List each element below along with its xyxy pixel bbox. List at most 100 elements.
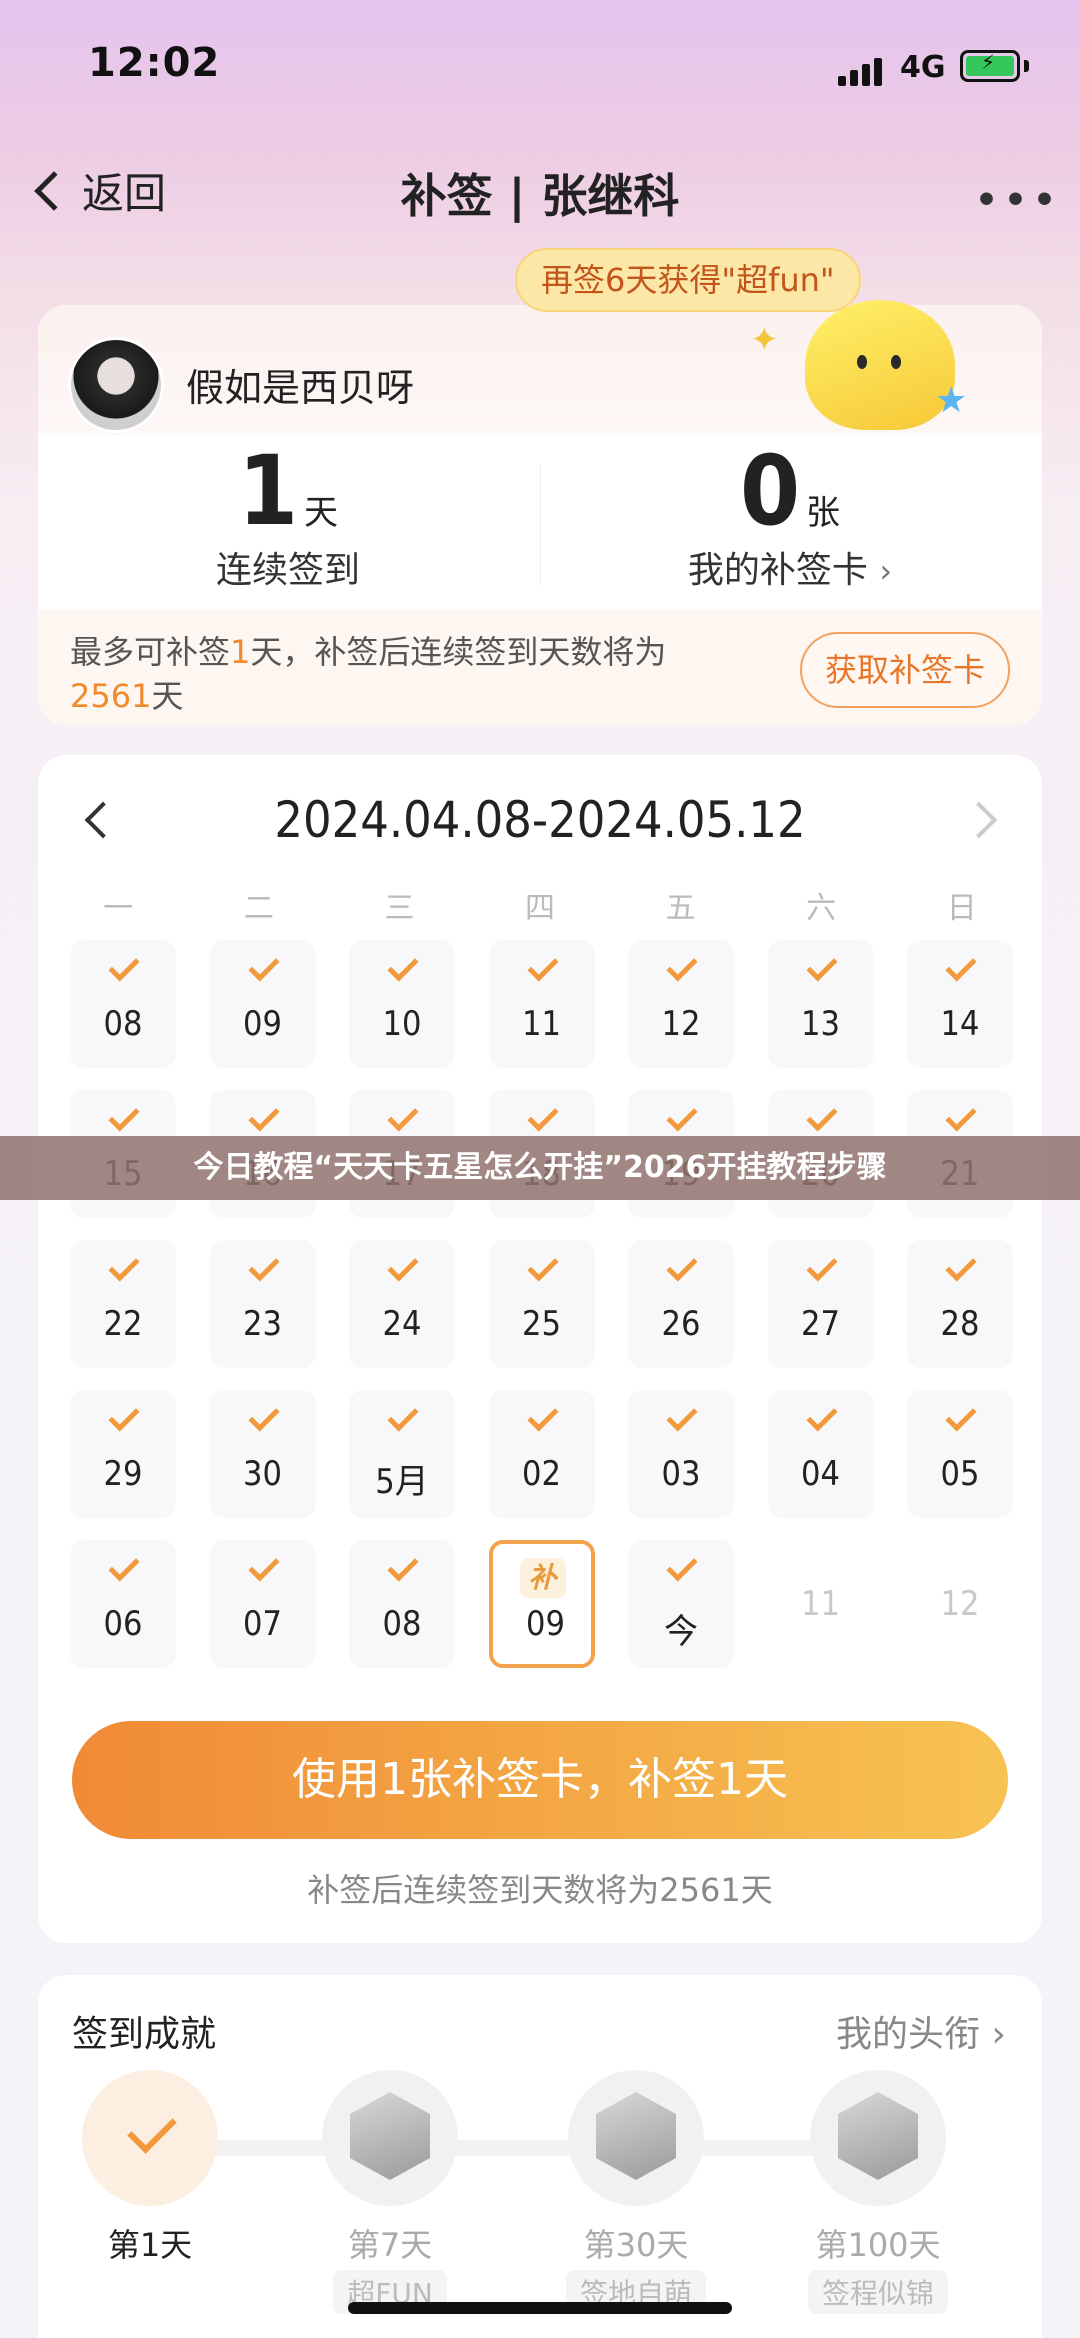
weekday-row: 一 二 三 四 五 六 日 xyxy=(48,883,1032,927)
calendar-day[interactable]: 07 xyxy=(209,1540,316,1668)
check-icon xyxy=(108,1400,140,1432)
calendar-day[interactable]: 29 xyxy=(70,1390,176,1518)
weekday-label: 二 xyxy=(243,891,274,926)
calendar-day-label: 23 xyxy=(243,1304,282,1344)
calendar-day-label: 29 xyxy=(103,1454,143,1494)
check-icon xyxy=(805,950,838,982)
user-name: 假如是西贝呀 xyxy=(186,366,415,410)
calendar-day-label: 28 xyxy=(940,1304,980,1344)
rock-hand-badge-icon xyxy=(322,2070,458,2206)
calendar-day-label: 08 xyxy=(382,1604,422,1644)
calendar-day[interactable]: 24 xyxy=(349,1240,455,1368)
calendar-day-label: 10 xyxy=(382,1004,422,1044)
100-days-badge-icon xyxy=(810,2070,946,2206)
streak-label: 连续签到 xyxy=(215,550,360,591)
check-icon xyxy=(247,1400,280,1432)
30-days-badge-icon xyxy=(568,2070,704,2206)
makeup-cards-label: 我的补签卡 xyxy=(687,550,868,591)
calendar-day[interactable]: 08 xyxy=(70,940,176,1068)
check-icon xyxy=(805,1100,838,1132)
calendar-day: 12 xyxy=(907,1540,1013,1668)
check-icon xyxy=(666,1100,698,1132)
calendar-day[interactable]: 22 xyxy=(70,1240,176,1368)
calendar-day[interactable]: 09 xyxy=(209,940,316,1068)
calendar-day-label: 08 xyxy=(103,1004,143,1044)
calendar-day[interactable]: 06 xyxy=(70,1540,176,1668)
calendar-day[interactable]: 02 xyxy=(488,1390,595,1518)
calendar-day[interactable]: 14 xyxy=(907,940,1013,1068)
calendar-day[interactable]: 11 xyxy=(488,940,595,1068)
calendar-day[interactable]: 12 xyxy=(628,940,734,1068)
calendar-day[interactable]: 03 xyxy=(628,1390,734,1518)
achievement-medal[interactable]: 第1天 xyxy=(80,2070,220,2266)
calendar-day[interactable]: 补 09 xyxy=(488,1540,595,1668)
check-icon xyxy=(945,950,977,982)
my-titles-link[interactable]: 我的头衔 › xyxy=(836,2005,1006,2057)
nav-bar: 返回 补签 | 张继科 ••• xyxy=(0,140,1080,244)
use-makeup-card-button[interactable]: 使用1张补签卡，补签1天 xyxy=(72,1721,1008,1839)
calendar-day-label: 11 xyxy=(522,1004,561,1044)
check-icon xyxy=(945,1100,977,1132)
medal-label: 第100天 xyxy=(815,2226,941,2264)
get-makeup-card-button[interactable]: 获取补签卡 xyxy=(800,632,1010,708)
calendar-day[interactable]: 23 xyxy=(209,1240,316,1368)
makeup-info-bar: 最多可补签1天，补签后连续签到天数将为2561天 获取补签卡 xyxy=(38,610,1042,725)
calendar-day-label: 25 xyxy=(522,1304,561,1344)
achievements-title: 签到成就 xyxy=(72,2014,217,2055)
calendar-day[interactable]: 08 xyxy=(349,1540,455,1668)
weekday-label: 四 xyxy=(525,891,556,926)
calendar-day[interactable]: 30 xyxy=(209,1390,316,1518)
achievement-medal[interactable]: 第7天 超FUN xyxy=(320,2070,460,2314)
avatar[interactable] xyxy=(68,337,164,433)
check-icon xyxy=(945,1250,977,1282)
achievement-medal[interactable]: 第30天 签地自萌 xyxy=(566,2070,706,2314)
calendar-day-label: 12 xyxy=(661,1004,701,1044)
weekday-label: 日 xyxy=(946,891,977,926)
calendar-day-label: 02 xyxy=(522,1454,561,1494)
check-icon xyxy=(108,950,140,982)
calendar-day[interactable]: 27 xyxy=(767,1240,874,1368)
calendar-day-label: 26 xyxy=(661,1304,701,1344)
check-icon xyxy=(526,950,559,982)
calendar-day[interactable]: 05 xyxy=(907,1390,1013,1518)
calendar-day[interactable]: 28 xyxy=(907,1240,1013,1368)
weekday-label: 一 xyxy=(103,891,134,926)
achievement-medal[interactable]: 第100天 签程似锦 xyxy=(808,2070,948,2314)
calendar-day-label: 07 xyxy=(243,1604,282,1644)
check-icon xyxy=(108,1100,140,1132)
calendar-day-label: 11 xyxy=(801,1584,840,1624)
calendar-day[interactable]: 今 xyxy=(628,1540,734,1668)
check-icon xyxy=(108,1550,140,1582)
check-icon xyxy=(805,1250,838,1282)
calendar-day-label: 5月 xyxy=(375,1462,429,1502)
calendar-day-label: 今 xyxy=(664,1612,698,1652)
makeup-cards-unit: 张 xyxy=(806,493,841,533)
check-icon xyxy=(387,950,419,982)
calendar-day[interactable]: 04 xyxy=(767,1390,874,1518)
chevron-right-icon: › xyxy=(879,552,893,590)
calendar-day-label: 05 xyxy=(940,1454,980,1494)
streak-number: 1 xyxy=(237,435,299,547)
calendar-day[interactable]: 5月 xyxy=(349,1390,455,1518)
page-title: 补签 | 张继科 xyxy=(400,169,680,223)
streak-unit: 天 xyxy=(304,493,339,533)
overlay-banner: 今日教程“天天卡五星怎么开挂”2026开挂教程步骤 xyxy=(0,1136,1080,1200)
makeup-tag: 补 xyxy=(519,1558,566,1598)
calendar-day[interactable]: 13 xyxy=(767,940,874,1068)
check-icon xyxy=(526,1100,559,1132)
check-icon xyxy=(247,950,280,982)
calendar-header: 2024.04.08-2024.05.12 xyxy=(38,791,1042,865)
sparkle-icon: ✦ xyxy=(750,320,779,360)
calendar-day[interactable]: 26 xyxy=(628,1240,734,1368)
calendar-day[interactable]: 10 xyxy=(349,940,455,1068)
home-indicator[interactable] xyxy=(348,2302,732,2314)
check-icon xyxy=(666,1550,698,1582)
more-options-icon[interactable]: ••• xyxy=(975,180,1062,221)
calendar-day-label: 04 xyxy=(801,1454,840,1494)
check-icon xyxy=(666,1250,698,1282)
battery-cap xyxy=(1024,60,1029,72)
check-icon xyxy=(247,1250,280,1282)
check-icon xyxy=(387,1250,419,1282)
makeup-cards-stat[interactable]: 0张 我的补签卡 › xyxy=(540,435,1040,593)
calendar-day[interactable]: 25 xyxy=(488,1240,595,1368)
